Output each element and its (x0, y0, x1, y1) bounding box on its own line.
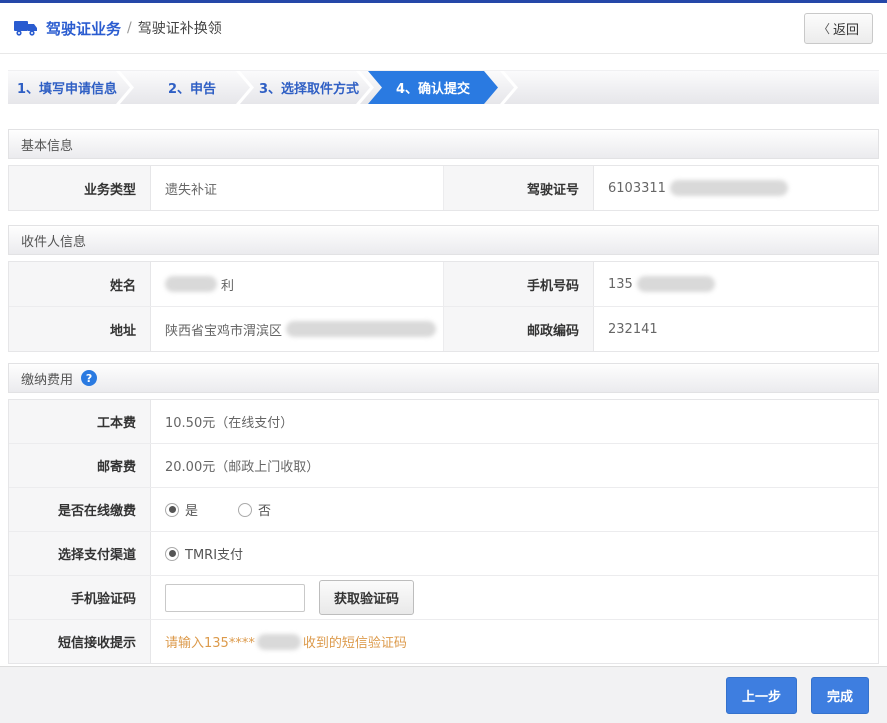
page-title: 驾驶证业务 (46, 18, 121, 39)
table-row: 姓名 利 手机号码 135 (9, 262, 878, 307)
table-row: 短信接收提示 请输入135**** 收到的短信验证码 (9, 620, 878, 663)
section-header-recipient-info: 收件人信息 (8, 225, 879, 255)
license-no-label: 驾驶证号 (444, 166, 594, 210)
redaction-blur (257, 634, 301, 650)
address-label: 地址 (9, 307, 151, 351)
radio-tmri[interactable] (165, 547, 179, 561)
production-fee-value: 10.50元（在线支付） (151, 400, 878, 443)
table-row: 选择支付渠道 TMRI支付 (9, 532, 878, 576)
production-fee-label: 工本费 (9, 400, 151, 443)
section-header-fees: 缴纳费用 ? (8, 363, 879, 393)
table-row: 手机验证码 获取验证码 (9, 576, 878, 620)
table-row: 是否在线缴费 是 否 (9, 488, 878, 532)
sms-code-field: 获取验证码 (151, 576, 878, 619)
recipient-info-table: 姓名 利 手机号码 135 地址 陕西省宝鸡市渭滨区 邮政编码 232141 (8, 261, 879, 352)
breadcrumb-separator: / (127, 20, 132, 36)
back-button[interactable]: 〈 返回 (804, 13, 873, 44)
postcode-value: 232141 (594, 307, 878, 351)
get-code-button[interactable]: 获取验证码 (319, 580, 414, 615)
section-header-basic-info: 基本信息 (8, 129, 879, 159)
step-4-active: 4、确认提交 (368, 71, 498, 104)
radio-no-label: 否 (258, 500, 271, 519)
name-label: 姓名 (9, 262, 151, 306)
table-row: 地址 陕西省宝鸡市渭滨区 邮政编码 232141 (9, 307, 878, 351)
back-chevron-icon: 〈 (818, 20, 830, 37)
redaction-blur (637, 276, 715, 292)
pay-channel-option: TMRI支付 (151, 532, 878, 575)
postcode-label: 邮政编码 (444, 307, 594, 351)
mailing-fee-value: 20.00元（邮政上门收取） (151, 444, 878, 487)
back-button-label: 返回 (833, 19, 859, 38)
address-value: 陕西省宝鸡市渭滨区 (151, 307, 444, 351)
radio-tmri-label: TMRI支付 (185, 544, 243, 563)
sms-hint-label: 短信接收提示 (9, 620, 151, 663)
help-icon[interactable]: ? (81, 370, 97, 386)
license-no-value: 6103311 (594, 166, 878, 210)
breadcrumb-current: 驾驶证补换领 (138, 18, 222, 38)
step-wizard-bar: 1、填写申请信息 2、申告 3、选择取件方式 4、确认提交 (8, 70, 879, 104)
step-arrow-icon (500, 71, 518, 104)
radio-yes-label: 是 (185, 500, 198, 519)
redaction-blur (165, 276, 217, 292)
basic-info-table: 业务类型 遗失补证 驾驶证号 6103311 (8, 165, 879, 211)
previous-step-button[interactable]: 上一步 (726, 677, 797, 714)
name-value: 利 (151, 262, 444, 306)
step-1: 1、填写申请信息 (8, 71, 126, 104)
fees-table: 工本费 10.50元（在线支付） 邮寄费 20.00元（邮政上门收取） 是否在线… (8, 399, 879, 664)
page-header: 驾驶证业务 / 驾驶证补换领 〈 返回 (0, 3, 887, 54)
sms-hint-value: 请输入135**** 收到的短信验证码 (151, 620, 878, 663)
section-title: 缴纳费用 (21, 369, 73, 388)
pay-online-label: 是否在线缴费 (9, 488, 151, 531)
truck-icon (14, 19, 38, 37)
redaction-blur (670, 180, 788, 196)
redaction-blur (286, 321, 436, 337)
sms-code-label: 手机验证码 (9, 576, 151, 619)
mailing-fee-label: 邮寄费 (9, 444, 151, 487)
step-3: 3、选择取件方式 (254, 71, 364, 104)
table-row: 工本费 10.50元（在线支付） (9, 400, 878, 444)
radio-no[interactable] (238, 503, 252, 517)
section-title: 收件人信息 (21, 231, 86, 250)
radio-yes[interactable] (165, 503, 179, 517)
pay-online-options: 是 否 (151, 488, 878, 531)
phone-label: 手机号码 (444, 262, 594, 306)
finish-button[interactable]: 完成 (811, 677, 869, 714)
table-row: 邮寄费 20.00元（邮政上门收取） (9, 444, 878, 488)
business-type-value: 遗失补证 (151, 166, 444, 210)
business-type-label: 业务类型 (9, 166, 151, 210)
step-2: 2、申告 (134, 71, 250, 104)
pay-channel-label: 选择支付渠道 (9, 532, 151, 575)
sms-code-input[interactable] (165, 584, 305, 612)
table-row: 业务类型 遗失补证 驾驶证号 6103311 (9, 166, 878, 210)
section-title: 基本信息 (21, 135, 73, 154)
footer-action-bar: 上一步 完成 (0, 666, 887, 723)
phone-value: 135 (594, 262, 878, 306)
